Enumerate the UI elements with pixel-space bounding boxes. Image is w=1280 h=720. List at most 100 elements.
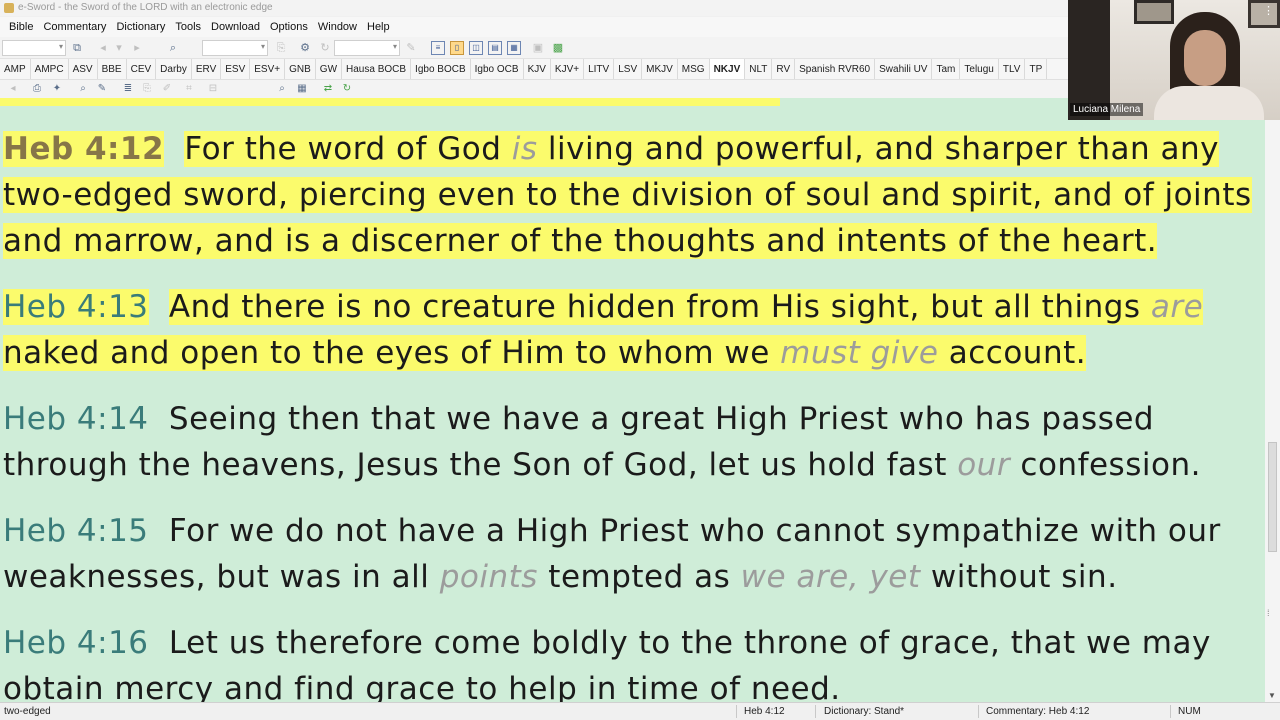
tab-amp[interactable]: AMP [0,59,31,79]
tab-gnb[interactable]: GNB [285,59,316,79]
verse-text: tempted as [537,559,741,595]
verse-text: confession. [1010,447,1201,483]
verse-heb-4-13[interactable]: Heb 4:13 And there is no creature hidden… [3,284,1263,376]
participant-name: Luciana Milena [1070,103,1144,116]
more-options-icon[interactable]: ⋮ [1263,4,1274,17]
settings-icon[interactable]: ⚙ [298,41,312,55]
verse-reference[interactable]: Heb 4:15 [3,513,149,549]
verse-text: For the word of God [184,131,512,167]
view-commentary-icon[interactable]: ▤ [488,41,502,55]
copy-icon[interactable]: ⎘ [274,41,288,55]
layout-icon[interactable]: ▣ [531,41,545,55]
note-icon[interactable]: ✐ [160,82,174,96]
wall-picture [1134,0,1174,24]
scrollbar-thumb[interactable] [1268,442,1277,552]
list-icon[interactable]: ≣ [121,82,135,96]
menu-bible[interactable]: Bible [4,17,38,37]
tag-icon[interactable]: ⌗ [182,82,196,96]
status-reference: Heb 4:12 [744,706,785,717]
view-bible-icon[interactable]: ≡ [431,41,445,55]
forward-icon[interactable]: ▸ [130,41,144,55]
verse-heb-4-14[interactable]: Heb 4:14 Seeing then that we have a grea… [3,396,1263,488]
copy-verse-icon[interactable]: ⎘ [140,82,154,96]
tab-kjv[interactable]: KJV [524,59,551,79]
verse-heb-4-16[interactable]: Heb 4:16 Let us therefore come boldly to… [3,620,1263,702]
bible-text-view[interactable]: Heb 4:12 For the word of God is living a… [0,98,1265,702]
zoom-icon[interactable]: ⌕ [275,82,289,96]
tab-darby[interactable]: Darby [156,59,192,79]
sync-verse-icon[interactable]: ⇄ [321,82,335,96]
search-combo[interactable] [202,40,268,56]
tab-telugu[interactable]: Telugu [960,59,999,79]
tab-tp[interactable]: TP [1025,59,1048,79]
refresh-verse-icon[interactable]: ↻ [340,82,354,96]
verse-reference[interactable]: Heb 4:14 [3,401,149,437]
tab-ampc[interactable]: AMPC [31,59,69,79]
tab-esv-plus[interactable]: ESV+ [250,59,286,79]
font-size-combo[interactable] [334,40,400,56]
tab-esv[interactable]: ESV [221,59,251,79]
graphics-icon[interactable]: ▩ [551,41,565,55]
view-dictionary-icon[interactable]: ▦ [507,41,521,55]
table-icon[interactable]: ▦ [295,82,309,96]
tab-asv[interactable]: ASV [69,59,98,79]
bookmark-icon[interactable]: ✦ [50,82,64,96]
menu-commentary[interactable]: Commentary [38,17,111,37]
resize-grip-icon[interactable]: ⁞ [1267,608,1270,618]
verse-text: naked and open to the eyes of Him to who… [3,335,781,371]
verse-text: without sin. [920,559,1118,595]
status-num-lock: NUM [1178,706,1201,717]
verse-heb-4-15[interactable]: Heb 4:15 For we do not have a High Pries… [3,508,1263,600]
tab-msg[interactable]: MSG [678,59,710,79]
status-commentary: Commentary: Heb 4:12 [986,706,1090,717]
tab-kjv-plus[interactable]: KJV+ [551,59,585,79]
menu-help[interactable]: Help [362,17,395,37]
tab-nkjv[interactable]: NKJV [709,59,746,79]
prev-chapter-icon[interactable]: ◂ [6,82,20,96]
tab-spanish-rvr60[interactable]: Spanish RVR60 [795,59,876,79]
menu-options[interactable]: Options [265,17,313,37]
tab-rv[interactable]: RV [772,59,796,79]
tab-gw[interactable]: GW [316,59,343,79]
verse-italic-text: must give [780,335,939,371]
scroll-down-arrow-icon[interactable]: ▼ [1268,691,1276,700]
verse-text: account. [938,335,1087,371]
verse-reference[interactable]: Heb 4:12 [3,131,165,167]
book-select[interactable] [2,40,66,56]
menu-download[interactable]: Download [206,17,265,37]
verse-italic-text: is [511,131,538,167]
tab-mkjv[interactable]: MKJV [642,59,678,79]
verse-reference[interactable]: Heb 4:16 [3,625,149,661]
menu-window[interactable]: Window [313,17,362,37]
tab-lsv[interactable]: LSV [614,59,643,79]
tab-swahili-uv[interactable]: Swahili UV [875,59,933,79]
highlight-icon[interactable]: ✎ [95,82,109,96]
tab-tam[interactable]: Tam [932,59,961,79]
tab-erv[interactable]: ERV [192,59,222,79]
back-icon[interactable]: ◂ [96,41,110,55]
verse-heb-4-12[interactable]: Heb 4:12 For the word of God is living a… [3,126,1263,264]
verse-reference[interactable]: Heb 4:13 [3,289,149,325]
view-parallel-icon[interactable]: ▯ [450,41,464,55]
vertical-scrollbar[interactable]: ⁞ ▼ [1265,98,1280,702]
find-icon[interactable]: ⌕ [76,82,90,96]
sync-icon[interactable]: ⧉ [70,41,84,55]
video-overlay: ⋮ Luciana Milena [1068,0,1280,120]
tab-tlv[interactable]: TLV [999,59,1026,79]
back-dropdown-icon[interactable]: ▾ [112,41,126,55]
tab-bbe[interactable]: BBE [98,59,127,79]
tab-nlt[interactable]: NLT [745,59,773,79]
print-icon[interactable]: ⎙ [30,82,44,96]
search-icon[interactable]: ⌕ [166,41,180,55]
tab-igbo-bocb[interactable]: Igbo BOCB [411,59,471,79]
refresh-icon[interactable]: ↻ [318,41,332,55]
tab-igbo-ocb[interactable]: Igbo OCB [471,59,524,79]
edit-icon[interactable]: ✎ [404,41,418,55]
menu-dictionary[interactable]: Dictionary [111,17,170,37]
tab-hausa-bocb[interactable]: Hausa BOCB [342,59,412,79]
menu-tools[interactable]: Tools [170,17,206,37]
tab-litv[interactable]: LITV [584,59,615,79]
lock-icon[interactable]: ⊟ [206,82,220,96]
tab-cev[interactable]: CEV [127,59,157,79]
view-compare-icon[interactable]: ◫ [469,41,483,55]
